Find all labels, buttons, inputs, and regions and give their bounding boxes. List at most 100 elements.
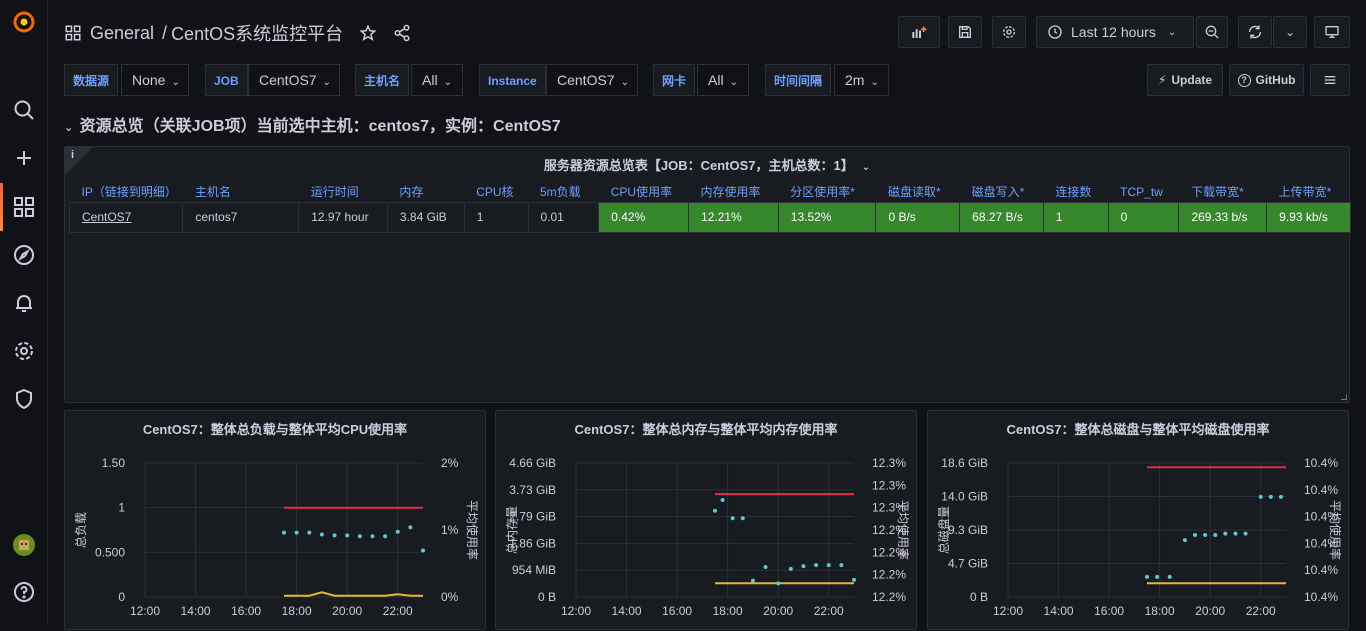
dashboard-title[interactable]: CentOS系统监控平台 <box>171 20 343 46</box>
y2-axis-label: 平均使用率 <box>1328 500 1343 560</box>
data-point <box>839 563 844 568</box>
data-point <box>1243 531 1248 536</box>
update-link-button[interactable]: ⚡︎ Update <box>1147 64 1223 96</box>
data-point <box>720 497 725 502</box>
time-picker-button[interactable]: Last 12 hours ⌄ <box>1036 16 1194 48</box>
x-tick-label: 22:00 <box>1246 604 1276 618</box>
col-header-tcp-tw[interactable]: TCP_tw <box>1108 182 1179 202</box>
sidebar <box>0 0 48 625</box>
chevron-down-icon: ⌄ <box>870 77 879 88</box>
col-header-partition-usage[interactable]: 分区使用率* <box>778 182 876 202</box>
chart-memory: 0 B954 MiB1.86 GiB2.79 GiB3.73 GiB4.66 G… <box>505 456 911 618</box>
alerting-bell-icon[interactable] <box>12 291 36 315</box>
data-point <box>1167 574 1172 579</box>
y2-axis-label: 平均使用率 <box>465 500 480 560</box>
var-select-hostname[interactable]: All ⌄ <box>411 64 463 96</box>
user-avatar[interactable] <box>12 533 36 557</box>
chart-title[interactable]: CentOS7：整体总磁盘与整体平均磁盘使用率 <box>928 419 1348 438</box>
cell-ip-link[interactable]: CentOS7 <box>68 201 184 233</box>
x-tick-label: 14:00 <box>612 604 642 618</box>
data-point <box>1213 533 1218 538</box>
refresh-interval-dropdown[interactable]: ⌄ <box>1273 16 1307 48</box>
col-header-cpu-usage[interactable]: CPU使用率 <box>599 182 689 202</box>
col-header-download[interactable]: 下载带宽* <box>1179 182 1267 202</box>
data-point <box>1203 533 1208 538</box>
var-select-instance[interactable]: CentOS7 ⌄ <box>546 64 638 96</box>
col-header-ip[interactable]: IP（链接到明细） <box>70 182 183 202</box>
y-tick-label: 4.7 GiB <box>948 557 988 571</box>
y-axis-label: 总负载 <box>74 512 88 548</box>
data-point <box>370 534 375 539</box>
save-dashboard-button[interactable] <box>948 16 982 48</box>
chevron-down-icon: ⌄ <box>443 77 452 88</box>
resize-handle[interactable] <box>1341 394 1347 400</box>
search-icon[interactable] <box>12 98 36 122</box>
table-panel-title[interactable]: 服务器资源总览表【JOB：CentOS7，主机总数：1】 ⌄ <box>65 155 1349 174</box>
breadcrumb-folder[interactable]: General <box>90 23 154 44</box>
configuration-gear-icon[interactable] <box>12 339 36 363</box>
y-tick-label: 0.500 <box>95 545 125 559</box>
grafana-logo-icon[interactable] <box>12 10 36 34</box>
var-select-interval[interactable]: 2m ⌄ <box>834 64 889 96</box>
table-row: CentOS7 centos7 12.97 hour 3.84 GiB 1 0.… <box>68 201 1351 233</box>
save-icon <box>959 26 971 38</box>
shield-icon[interactable] <box>12 387 36 411</box>
var-value: All <box>422 72 438 88</box>
x-tick-label: 16:00 <box>662 604 692 618</box>
cell-cpu-usage: 0.42% <box>598 201 690 233</box>
breadcrumb-separator: / <box>162 22 168 43</box>
var-select-nic[interactable]: All ⌄ <box>697 64 749 96</box>
help-icon[interactable] <box>12 580 36 604</box>
data-point <box>801 564 806 569</box>
y-tick-label: 1 <box>118 501 125 515</box>
dashboard-settings-button[interactable] <box>992 16 1026 48</box>
row-header[interactable]: ⌄ 资源总览（关联JOB项）当前选中主机：centos7，实例：CentOS7 <box>64 112 561 136</box>
bolt-icon: ⚡︎ <box>1157 73 1167 87</box>
cell-download: 269.33 b/s <box>1178 201 1268 233</box>
col-header-load[interactable]: 5m负载 <box>528 182 599 202</box>
var-select-datasource[interactable]: None ⌄ <box>121 64 189 96</box>
star-icon[interactable] <box>359 24 377 42</box>
dashboards-icon[interactable] <box>12 195 36 219</box>
var-select-job[interactable]: CentOS7 ⌄ <box>248 64 340 96</box>
var-value: CentOS7 <box>259 72 317 88</box>
zoom-out-button[interactable] <box>1196 16 1228 48</box>
active-indicator <box>0 183 3 231</box>
monitor-icon <box>1325 26 1339 38</box>
col-header-mem-usage[interactable]: 内存使用率 <box>689 182 779 202</box>
menu-button[interactable] <box>1310 64 1350 96</box>
cell-disk-write: 68.27 B/s <box>959 201 1044 233</box>
chart-title[interactable]: CentOS7：整体总负载与整体平均CPU使用率 <box>65 419 485 438</box>
col-header-upload[interactable]: 上传带宽* <box>1267 182 1351 202</box>
data-point <box>763 564 768 569</box>
chart-title[interactable]: CentOS7：整体总内存与整体平均内存使用率 <box>496 419 916 438</box>
data-point <box>1233 531 1238 536</box>
resource-table: IP（链接到明细） 主机名 运行时间 内存 CPU核 5m负载 CPU使用率 内… <box>68 182 1351 233</box>
refresh-button[interactable] <box>1238 16 1272 48</box>
add-panel-button[interactable] <box>898 16 940 48</box>
col-header-memory[interactable]: 内存 <box>387 182 464 202</box>
share-icon[interactable] <box>393 24 411 42</box>
col-header-hostname[interactable]: 主机名 <box>183 182 299 202</box>
table-panel: i 服务器资源总览表【JOB：CentOS7，主机总数：1】 ⌄ IP（链接到明细… <box>64 146 1351 403</box>
x-tick-label: 18:00 <box>713 604 743 618</box>
x-tick-label: 18:00 <box>1145 604 1175 618</box>
github-link-button[interactable]: ? GitHub <box>1229 64 1304 96</box>
col-header-cpu-cores[interactable]: CPU核 <box>464 182 528 202</box>
cell-load: 0.01 <box>527 201 600 233</box>
col-header-uptime[interactable]: 运行时间 <box>299 182 388 202</box>
col-header-connections[interactable]: 连接数 <box>1043 182 1108 202</box>
explore-compass-icon[interactable] <box>12 243 36 267</box>
col-header-disk-read[interactable]: 磁盘读取* <box>876 182 960 202</box>
x-tick-label: 18:00 <box>282 604 312 618</box>
data-point <box>319 532 324 537</box>
x-tick-label: 12:00 <box>561 604 591 618</box>
y-axis-label: 总内存量 <box>505 506 519 554</box>
var-label-nic: 网卡 <box>653 64 696 96</box>
create-plus-icon[interactable] <box>12 146 36 170</box>
col-header-disk-write[interactable]: 磁盘写入* <box>960 182 1044 202</box>
y2-tick-label: 10.4% <box>1304 563 1338 577</box>
view-mode-button[interactable] <box>1314 16 1350 48</box>
data-point <box>332 533 337 538</box>
chart-load-cpu: 0 0.500 1 1.50 0% 1% 2% 12:00 14:00 16:00 18:00 20:… <box>74 456 480 618</box>
